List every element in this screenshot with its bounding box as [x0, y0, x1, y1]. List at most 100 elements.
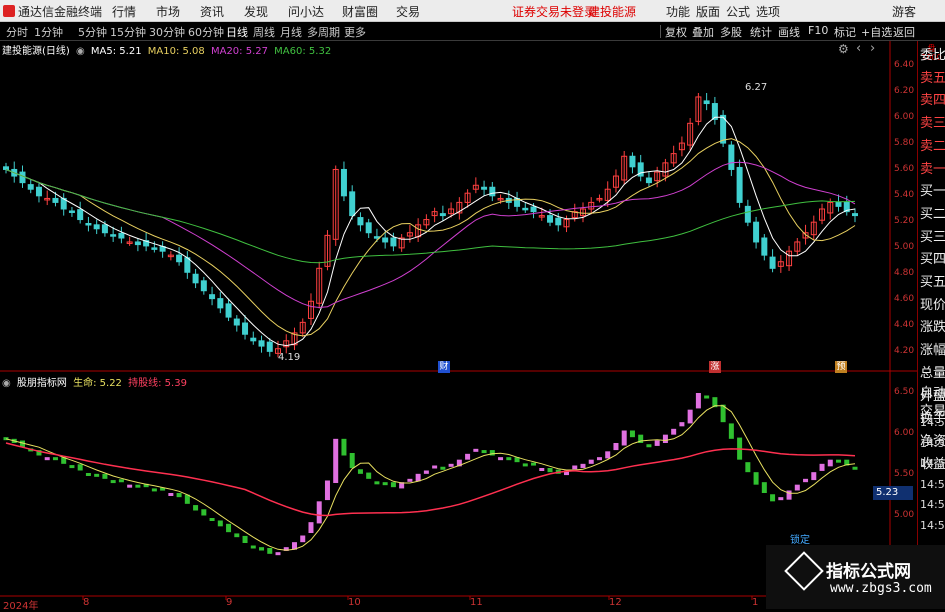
low-price-label: 4.19 [278, 352, 301, 363]
indicator-bar [209, 518, 215, 521]
watermark-url: www.zbgs3.com [830, 581, 932, 596]
indicator-bar [465, 453, 471, 460]
candle-body [703, 100, 710, 105]
indicator-bar [695, 393, 701, 409]
indicator-bar [102, 473, 108, 479]
indicator-bar [127, 484, 133, 488]
candle-body [390, 237, 397, 247]
candle-body [85, 223, 92, 226]
sidebar-item[interactable]: 涨跌 [920, 318, 945, 337]
indicator-bar [349, 453, 355, 468]
sidebar-item[interactable]: 卖四 [920, 91, 945, 110]
ma60-line [5, 169, 856, 264]
indicator-bar [654, 440, 660, 446]
indicator-bar [250, 545, 256, 549]
indicator-bar [267, 548, 273, 554]
sidebar-time: 14:56 [920, 477, 945, 491]
indicator-bar [324, 480, 330, 501]
kline-chart[interactable] [0, 0, 945, 609]
event-marker-zhang[interactable]: 涨 [709, 361, 721, 373]
chart-settings-gear-icon[interactable]: ⚙ [838, 42, 849, 56]
xaxis-label: 9 [226, 597, 233, 608]
sidebar-item[interactable]: 买五 [920, 273, 945, 292]
candle-body [852, 213, 858, 217]
indicator-bar [201, 509, 207, 516]
indicator-bar [646, 444, 652, 448]
indicator-bar [596, 457, 602, 461]
indicator-bar [580, 463, 586, 468]
price-axis-label: 5.20 [894, 216, 915, 226]
indicator-bar [242, 535, 248, 543]
candle-body [35, 186, 42, 197]
indicator-bar [531, 462, 537, 466]
indicator-bar [85, 473, 91, 476]
indicator-bar [588, 459, 594, 464]
legend-shengming: 生命: 5.22 [73, 378, 122, 389]
candle-body [481, 186, 488, 190]
indicator-bar [539, 468, 545, 471]
price-axis-label: 5.40 [894, 190, 915, 200]
indicator-bar [687, 409, 693, 424]
indicator-bar [308, 522, 314, 533]
main-chart-legend: 建投能源(日线) ◉ MA5: 5.21 MA10: 5.08 MA20: 5.… [2, 42, 334, 57]
xaxis-label: 10 [348, 597, 361, 608]
sidebar-item[interactable]: 卖三 [920, 114, 945, 133]
indicator-bar [827, 459, 833, 467]
indicator-bar [662, 434, 668, 443]
sidebar-item[interactable]: 现价 [920, 296, 945, 315]
xaxis-label: 12 [609, 597, 622, 608]
sidebar-item[interactable]: 自动 [920, 384, 945, 403]
sidebar-item[interactable]: 卖五 [920, 69, 945, 88]
indicator-bar [819, 463, 825, 471]
watermark: 指标公式网 www.zbgs3.com [766, 545, 945, 609]
candle-body [192, 273, 199, 284]
sidebar-item[interactable]: 卖二 [920, 137, 945, 156]
sidebar-item[interactable]: 买二 [920, 205, 945, 224]
indicator-bar [778, 497, 784, 501]
indicator-bar [572, 465, 578, 470]
sidebar-item[interactable]: 委比 [920, 46, 945, 65]
price-axis-label: 5.00 [894, 242, 915, 252]
candle-body [68, 210, 75, 213]
indicator-bar [836, 459, 842, 463]
indicator-bar [135, 484, 141, 488]
candle-body [645, 177, 652, 184]
indicator-bar [423, 470, 429, 474]
indicator-bar [259, 547, 265, 551]
candle-body [439, 213, 446, 217]
legend-toggle-icon: ◉ [2, 378, 11, 389]
candle-body [769, 256, 776, 269]
sidebar-item[interactable]: 买三 [920, 228, 945, 247]
indicator-bar [506, 457, 512, 461]
event-marker-yu[interactable]: 预 [835, 361, 847, 373]
price-axis-label: 4.40 [894, 320, 915, 330]
indicator-bar [226, 523, 232, 533]
candle-body [365, 222, 372, 234]
candle-body [522, 207, 529, 211]
candle-body [340, 168, 347, 197]
indicator-bar [333, 438, 339, 483]
sidebar-time: 14:56 [920, 518, 945, 532]
candle-body [151, 247, 158, 250]
sidebar-item[interactable]: 卖一 [920, 160, 945, 179]
chart-prev-icon[interactable]: ‹ [856, 41, 861, 56]
sidebar-item[interactable]: 总量 [920, 364, 945, 383]
candle-body [744, 205, 751, 223]
chart-next-icon[interactable]: › [870, 41, 875, 56]
sidebar-item[interactable]: 买一 [920, 182, 945, 201]
sidebar-time: 14:56 [920, 416, 945, 429]
sidebar-item[interactable]: 买四 [920, 250, 945, 269]
sub-chart-title: 股朋指标网 [16, 378, 67, 389]
price-axis-label: 6.00 [894, 112, 915, 122]
candle-body [382, 237, 389, 243]
candle-body [118, 232, 125, 239]
indicator-bar [629, 430, 635, 438]
candle-body [728, 144, 735, 170]
event-marker-cai[interactable]: 财 [438, 361, 450, 373]
indicator-bar [605, 451, 611, 459]
candle-body [242, 322, 249, 335]
legend-toggle-icon: ◉ [76, 46, 85, 57]
indicator-bar [679, 422, 685, 427]
indicator-bar [498, 457, 504, 461]
sidebar-item[interactable]: 涨幅 [920, 341, 945, 360]
